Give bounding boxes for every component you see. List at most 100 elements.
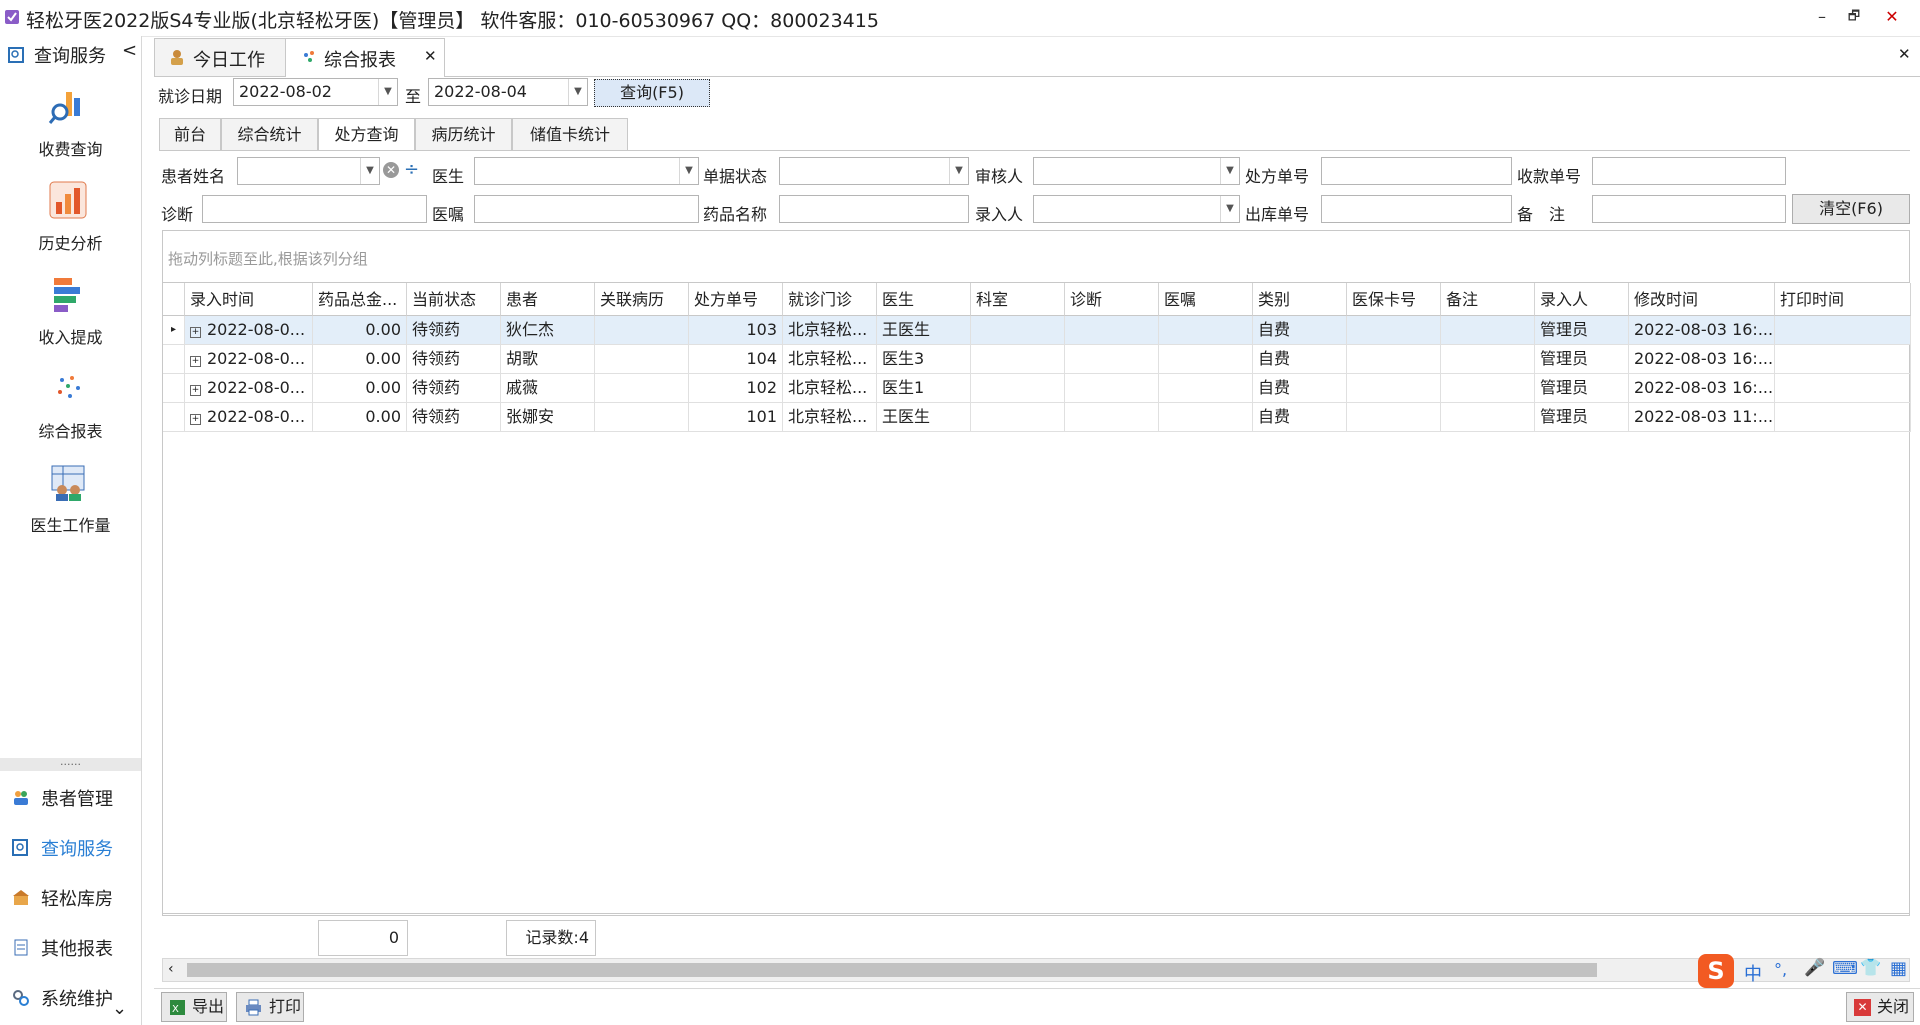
cell-type[interactable]: 自费 bbox=[1253, 316, 1347, 345]
cell-dept[interactable] bbox=[971, 403, 1065, 432]
cell-note[interactable] bbox=[1441, 374, 1535, 403]
cell-doctor[interactable]: 医生3 bbox=[877, 345, 971, 374]
cell-printed[interactable] bbox=[1775, 316, 1911, 345]
cell-patient[interactable]: 狄仁杰 bbox=[501, 316, 595, 345]
cell-rx[interactable]: 101 bbox=[689, 403, 783, 432]
scroll-left-arrow-icon[interactable]: ‹ bbox=[168, 961, 174, 977]
cell-modified[interactable]: 2022-08-03 11:... bbox=[1629, 403, 1775, 432]
cell-record[interactable] bbox=[595, 374, 689, 403]
cell-advice[interactable] bbox=[1159, 403, 1253, 432]
column-header[interactable]: 当前状态 bbox=[407, 283, 501, 316]
cell-rx[interactable]: 103 bbox=[689, 316, 783, 345]
column-header[interactable]: 医嘱 bbox=[1159, 283, 1253, 316]
column-header[interactable]: 医生 bbox=[877, 283, 971, 316]
export-button[interactable]: X 导出 bbox=[161, 992, 227, 1022]
cell-doctor[interactable]: 王医生 bbox=[877, 316, 971, 345]
chevron-down-icon[interactable]: ▼ bbox=[360, 158, 379, 184]
sidebar-collapse-button[interactable]: < bbox=[122, 40, 137, 61]
cell-modified[interactable]: 2022-08-03 16:... bbox=[1629, 345, 1775, 374]
cell-time[interactable]: +2022-08-0... bbox=[185, 316, 313, 345]
cell-card[interactable] bbox=[1347, 345, 1441, 374]
restore-button[interactable]: 🗗 bbox=[1838, 4, 1870, 30]
cell-patient[interactable]: 张娜安 bbox=[501, 403, 595, 432]
subtab-medical-record-stats[interactable]: 病历统计 bbox=[415, 118, 512, 150]
rx-number-input[interactable] bbox=[1321, 157, 1512, 185]
cell-status[interactable]: 待领药 bbox=[407, 316, 501, 345]
cell-dept[interactable] bbox=[971, 345, 1065, 374]
cell-entered[interactable]: 管理员 bbox=[1535, 316, 1629, 345]
cell-note[interactable] bbox=[1441, 403, 1535, 432]
close-window-button[interactable]: ✕ bbox=[1876, 4, 1908, 30]
cell-time[interactable]: +2022-08-0... bbox=[185, 374, 313, 403]
cell-clinic[interactable]: 北京轻松... bbox=[783, 345, 877, 374]
add-patient-icon[interactable]: ÷ bbox=[404, 160, 422, 180]
cell-clinic[interactable]: 北京轻松... bbox=[783, 374, 877, 403]
reviewer-combo[interactable]: ▼ bbox=[1033, 157, 1240, 185]
toolbox-icon[interactable]: ▦ bbox=[1890, 958, 1907, 979]
cell-time[interactable]: +2022-08-0... bbox=[185, 403, 313, 432]
cell-note[interactable] bbox=[1441, 316, 1535, 345]
cell-record[interactable] bbox=[595, 316, 689, 345]
sidebar-item-history-analysis[interactable]: 历史分析 bbox=[0, 180, 141, 270]
tab-today-work[interactable]: 今日工作 bbox=[154, 38, 286, 76]
cell-doctor[interactable]: 王医生 bbox=[877, 403, 971, 432]
cell-entered[interactable]: 管理员 bbox=[1535, 374, 1629, 403]
sidebar-item-comprehensive-report[interactable]: 综合报表 bbox=[0, 368, 141, 458]
ime-toolbar[interactable]: S 中 °, 🎤 ⌨ 👕 ▦ bbox=[1698, 954, 1920, 988]
date-from-picker[interactable]: 2022-08-02 ▼ bbox=[233, 78, 398, 106]
query-button[interactable]: 查询(F5) bbox=[594, 79, 710, 107]
sogou-logo-icon[interactable]: S bbox=[1698, 954, 1734, 988]
outbound-number-input[interactable] bbox=[1321, 195, 1512, 223]
cell-rx[interactable]: 102 bbox=[689, 374, 783, 403]
cell-card[interactable] bbox=[1347, 374, 1441, 403]
cell-dept[interactable] bbox=[971, 316, 1065, 345]
keyboard-icon[interactable]: ⌨ bbox=[1832, 958, 1858, 979]
prescription-grid[interactable]: 录入时间 药品总金... 当前状态 患者 关联病历 处方单号 就诊门诊 医生 科室 诊断 医嘱 类别医… bbox=[162, 282, 1911, 956]
subtab-stored-card-stats[interactable]: 储值卡统计 bbox=[512, 118, 628, 150]
column-header[interactable]: 医保卡号 bbox=[1347, 283, 1441, 316]
cell-amount[interactable]: 0.00 bbox=[313, 374, 407, 403]
cell-type[interactable]: 自费 bbox=[1253, 403, 1347, 432]
cell-entered[interactable]: 管理员 bbox=[1535, 403, 1629, 432]
column-header[interactable]: 备注 bbox=[1441, 283, 1535, 316]
cell-printed[interactable] bbox=[1775, 374, 1911, 403]
receipt-number-input[interactable] bbox=[1592, 157, 1786, 185]
cell-amount[interactable]: 0.00 bbox=[313, 316, 407, 345]
cell-dept[interactable] bbox=[971, 374, 1065, 403]
scrollbar-thumb[interactable] bbox=[187, 963, 1597, 977]
ime-chinese-mode[interactable]: 中 bbox=[1744, 960, 1762, 986]
cell-diag[interactable] bbox=[1065, 345, 1159, 374]
cell-amount[interactable]: 0.00 bbox=[313, 345, 407, 374]
bill-status-combo[interactable]: ▼ bbox=[779, 157, 969, 185]
chevron-down-icon[interactable]: ▼ bbox=[1220, 196, 1239, 222]
advice-input[interactable] bbox=[474, 195, 699, 223]
column-header[interactable]: 患者 bbox=[501, 283, 595, 316]
cell-record[interactable] bbox=[595, 345, 689, 374]
column-header[interactable]: 录入时间 bbox=[185, 283, 313, 316]
cell-status[interactable]: 待领药 bbox=[407, 403, 501, 432]
sidebar-item-fee-query[interactable]: 收费查询 bbox=[0, 86, 141, 176]
group-panel[interactable]: 拖动列标题至此,根据该列分组 bbox=[162, 230, 1910, 282]
cell-modified[interactable]: 2022-08-03 16:... bbox=[1629, 316, 1775, 345]
doctor-combo[interactable]: ▼ bbox=[474, 157, 699, 185]
column-header[interactable]: 药品总金... bbox=[313, 283, 407, 316]
nav-warehouse[interactable]: 轻松库房 bbox=[12, 884, 137, 912]
cell-entered[interactable]: 管理员 bbox=[1535, 345, 1629, 374]
cell-modified[interactable]: 2022-08-03 16:... bbox=[1629, 374, 1775, 403]
cell-card[interactable] bbox=[1347, 316, 1441, 345]
column-header[interactable]: 诊断 bbox=[1065, 283, 1159, 316]
drug-name-input[interactable] bbox=[779, 195, 969, 223]
cell-clinic[interactable]: 北京轻松... bbox=[783, 403, 877, 432]
skin-icon[interactable]: 👕 bbox=[1860, 958, 1881, 978]
subtab-summary[interactable]: 综合统计 bbox=[221, 118, 318, 150]
sidebar-item-income-commission[interactable]: 收入提成 bbox=[0, 274, 141, 364]
diagnosis-input[interactable] bbox=[202, 195, 427, 223]
cell-type[interactable]: 自费 bbox=[1253, 374, 1347, 403]
cell-diag[interactable] bbox=[1065, 316, 1159, 345]
chevron-down-icon[interactable]: ▼ bbox=[949, 158, 968, 184]
nav-patient-management[interactable]: 患者管理 bbox=[12, 784, 137, 812]
expand-row-icon[interactable]: + bbox=[190, 414, 201, 425]
horizontal-scrollbar[interactable]: ‹ bbox=[162, 958, 1910, 982]
cell-diag[interactable] bbox=[1065, 403, 1159, 432]
cell-card[interactable] bbox=[1347, 403, 1441, 432]
